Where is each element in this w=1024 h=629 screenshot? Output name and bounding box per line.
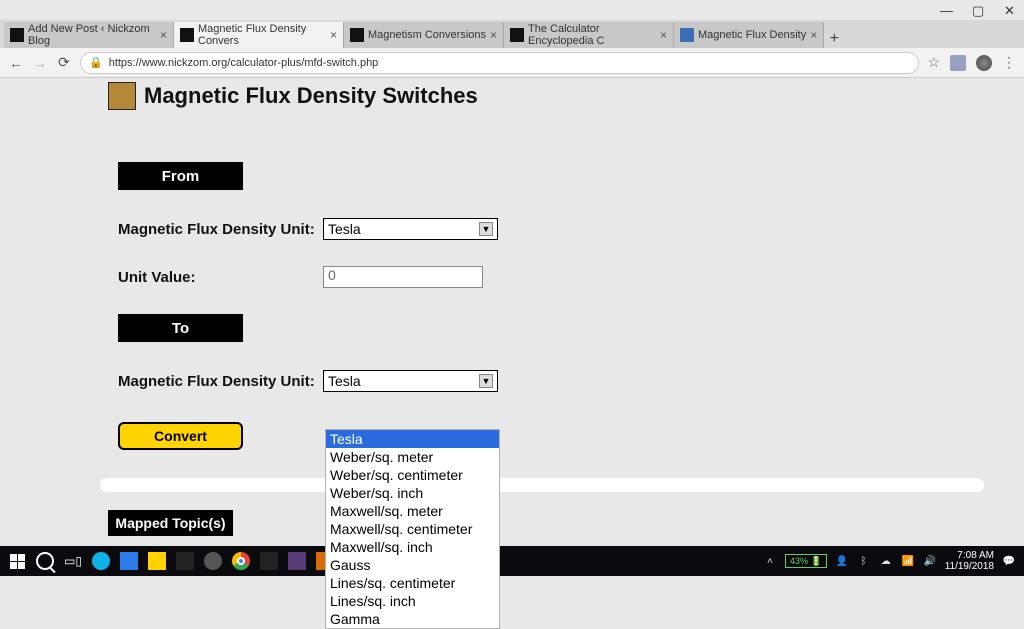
taskbar-clock[interactable]: 7:08 AM 11/19/2018: [945, 550, 994, 572]
unit-value-input[interactable]: 0: [323, 266, 483, 288]
favicon-icon: [350, 28, 364, 42]
new-tab-button[interactable]: +: [824, 30, 844, 48]
extension-icon[interactable]: [950, 55, 966, 71]
to-header: To: [118, 314, 243, 342]
browser-tab[interactable]: Magnetic Flux Density ×: [674, 22, 824, 48]
lock-icon: 🔒: [89, 56, 103, 69]
dropdown-option[interactable]: Weber/sq. meter: [326, 448, 499, 466]
unit-value-text: 0: [328, 267, 336, 283]
favicon-icon: [510, 28, 524, 42]
back-button[interactable]: ←: [8, 55, 24, 71]
tab-title: Add New Post ‹ Nickzom Blog: [28, 23, 156, 47]
window-maximize[interactable]: ▢: [972, 3, 986, 17]
browser-menu-icon[interactable]: ⋮: [1002, 54, 1016, 71]
taskbar-app-edge[interactable]: [88, 549, 114, 573]
tray-notifications-icon[interactable]: 💬: [1002, 554, 1016, 568]
taskbar-app-calculator[interactable]: [172, 549, 198, 573]
browser-tab[interactable]: The Calculator Encyclopedia C ×: [504, 22, 674, 48]
dropdown-option[interactable]: Maxwell/sq. centimeter: [326, 520, 499, 538]
tray-onedrive-icon[interactable]: ☁: [879, 554, 893, 568]
chevron-down-icon: ▼: [479, 374, 493, 388]
reload-button[interactable]: ⟳: [56, 55, 72, 71]
tab-title: Magnetism Conversions: [368, 29, 486, 41]
window-minimize[interactable]: —: [940, 3, 954, 17]
convert-button[interactable]: Convert: [118, 422, 243, 450]
url-text: https://www.nickzom.org/calculator-plus/…: [109, 57, 379, 69]
tray-wifi-icon[interactable]: 📶: [901, 554, 915, 568]
tab-title: The Calculator Encyclopedia C: [528, 23, 656, 47]
from-unit-select[interactable]: Tesla ▼: [323, 218, 498, 240]
dropdown-option[interactable]: Lines/sq. centimeter: [326, 574, 499, 592]
from-header: From: [118, 162, 243, 190]
browser-tab[interactable]: Add New Post ‹ Nickzom Blog ×: [4, 22, 174, 48]
site-logo-icon: [108, 82, 136, 110]
favicon-icon: [10, 28, 24, 42]
to-unit-label: Magnetic Flux Density Unit:: [118, 373, 323, 390]
dropdown-option[interactable]: Weber/sq. centimeter: [326, 466, 499, 484]
tab-close-icon[interactable]: ×: [810, 28, 817, 42]
favicon-icon: [180, 28, 194, 42]
taskbar-app-purple[interactable]: [284, 549, 310, 573]
dropdown-option[interactable]: Gamma: [326, 610, 499, 628]
tray-volume-icon[interactable]: 🔊: [923, 554, 937, 568]
dropdown-option[interactable]: Maxwell/sq. inch: [326, 538, 499, 556]
taskbar-app-file-explorer[interactable]: [144, 549, 170, 573]
browser-tab-strip: Add New Post ‹ Nickzom Blog × Magnetic F…: [0, 20, 1024, 48]
taskbar-app-chrome[interactable]: [228, 549, 254, 573]
tray-people-icon[interactable]: 👤: [835, 554, 849, 568]
tab-title: Magnetic Flux Density: [698, 29, 806, 41]
dropdown-option[interactable]: Tesla: [326, 430, 499, 448]
tab-title: Magnetic Flux Density Convers: [198, 23, 326, 47]
tray-bluetooth-icon[interactable]: ᛒ: [857, 554, 871, 568]
dropdown-option[interactable]: Weber/sq. inch: [326, 484, 499, 502]
page-content: Magnetic Flux Density Switches From Magn…: [0, 78, 1024, 566]
browser-tab[interactable]: Magnetism Conversions ×: [344, 22, 504, 48]
browser-tab-active[interactable]: Magnetic Flux Density Convers ×: [174, 22, 344, 48]
window-close[interactable]: ✕: [1004, 3, 1018, 17]
tray-chevron-up-icon[interactable]: ˄: [763, 554, 777, 568]
from-unit-label: Magnetic Flux Density Unit:: [118, 221, 323, 238]
taskbar-time: 7:08 AM: [945, 550, 994, 561]
tab-close-icon[interactable]: ×: [660, 28, 667, 42]
cortana-search-icon[interactable]: [32, 549, 58, 573]
to-unit-selected-value: Tesla: [328, 373, 361, 389]
chevron-down-icon: ▼: [479, 222, 493, 236]
tab-close-icon[interactable]: ×: [490, 28, 497, 42]
from-unit-selected-value: Tesla: [328, 221, 361, 237]
start-button[interactable]: [4, 549, 30, 573]
taskbar-app-dark[interactable]: [256, 549, 282, 573]
dropdown-option[interactable]: Gauss: [326, 556, 499, 574]
battery-indicator[interactable]: 43% 🔋: [785, 554, 827, 568]
profile-avatar-icon[interactable]: [976, 55, 992, 71]
mapped-topics-header: Mapped Topic(s): [108, 510, 233, 536]
tab-close-icon[interactable]: ×: [330, 28, 337, 42]
dropdown-option[interactable]: Lines/sq. inch: [326, 592, 499, 610]
task-view-icon[interactable]: ▭▯: [60, 549, 86, 573]
taskbar-app-blue[interactable]: [116, 549, 142, 573]
browser-toolbar: ← → ⟳ 🔒 https://www.nickzom.org/calculat…: [0, 48, 1024, 78]
unit-value-label: Unit Value:: [118, 269, 323, 286]
to-unit-dropdown-list[interactable]: Tesla Weber/sq. meter Weber/sq. centimet…: [325, 429, 500, 629]
to-unit-select[interactable]: Tesla ▼: [323, 370, 498, 392]
content-divider: [100, 478, 984, 492]
dropdown-option[interactable]: Maxwell/sq. meter: [326, 502, 499, 520]
taskbar-app-settings[interactable]: [200, 549, 226, 573]
taskbar-date: 11/19/2018: [945, 561, 994, 572]
forward-button[interactable]: →: [32, 55, 48, 71]
tab-close-icon[interactable]: ×: [160, 28, 167, 42]
window-titlebar: — ▢ ✕: [0, 0, 1024, 20]
bookmark-star-icon[interactable]: ☆: [927, 54, 940, 71]
windows-taskbar: ▭▯ ˄ 43% 🔋 👤 ᛒ ☁ 📶 🔊 7:08 AM 11/19/2018 …: [0, 546, 1024, 576]
page-title: Magnetic Flux Density Switches: [144, 83, 478, 109]
favicon-icon: [680, 28, 694, 42]
address-bar[interactable]: 🔒 https://www.nickzom.org/calculator-plu…: [80, 52, 919, 74]
